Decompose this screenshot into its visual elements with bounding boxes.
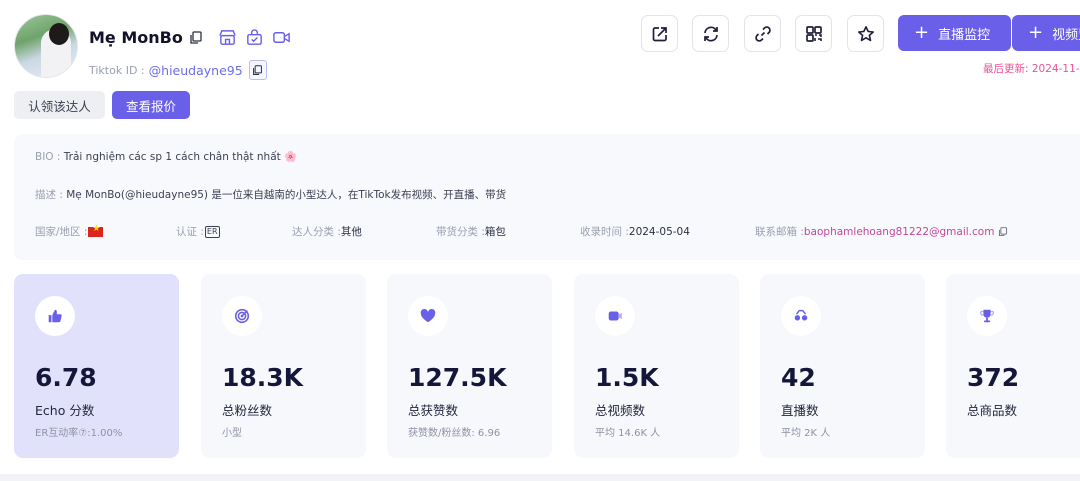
stat-card-videos[interactable]: 1.5K 总视频数 平均 14.6K 人	[574, 274, 739, 458]
certification-field: 认证 : ER	[176, 224, 220, 239]
stat-value: 372	[967, 363, 1020, 392]
region-field: 国家/地区 :	[35, 224, 104, 239]
view-quote-button[interactable]: 查看报价	[112, 91, 190, 119]
creator-category-label: 达人分类 :	[292, 226, 341, 238]
claim-creator-button[interactable]: 认领该达人	[14, 91, 105, 119]
ecommerce-icon[interactable]	[245, 28, 264, 47]
avatar	[14, 14, 78, 78]
refresh-button[interactable]	[692, 15, 729, 52]
stat-sub: 平均 14.6K 人	[595, 428, 661, 439]
goods-category-field: 带货分类 : 箱包	[436, 224, 506, 239]
goods-category-value: 箱包	[484, 226, 506, 238]
shop-icon[interactable]	[218, 28, 237, 47]
tiktok-handle[interactable]: @hieudayne95	[149, 63, 243, 78]
section-divider	[0, 474, 1080, 481]
certification-badge: ER	[204, 225, 220, 238]
creator-name: Mẹ MonBo	[89, 28, 183, 47]
favorite-button[interactable]	[847, 15, 884, 52]
creator-name-row: Mẹ MonBo	[89, 28, 203, 47]
qr-code-icon	[805, 25, 822, 42]
tiktok-id-row: Tiktok ID : @hieudayne95	[89, 60, 267, 80]
bio-row: BIO : Trải nghiệm các sp 1 cách chân thậ…	[35, 150, 297, 163]
plus-icon: +	[914, 22, 930, 43]
target-icon	[222, 296, 262, 336]
stat-title: 总视频数	[595, 403, 646, 418]
description-row: 描述 : Mẹ MonBo(@hieudayne95) 是一位来自越南的小型达人…	[35, 187, 506, 202]
indexed-date-label: 收录时间 :	[580, 226, 629, 238]
stat-value: 1.5K	[595, 363, 659, 392]
goods-category-label: 带货分类 :	[436, 226, 485, 238]
live-monitor-button[interactable]: + 直播监控	[898, 15, 1011, 51]
description-label: 描述 :	[35, 189, 63, 201]
copy-link-button[interactable]	[744, 15, 781, 52]
external-link-icon	[652, 26, 667, 41]
stat-sub: 获赞数/粉丝数: 6.96	[408, 428, 501, 439]
stat-title: Echo 分数	[35, 403, 95, 418]
creator-info-panel: BIO : Trải nghiệm các sp 1 cách chân thậ…	[14, 134, 1080, 260]
trophy-icon	[967, 296, 1007, 336]
link-icon	[754, 25, 771, 42]
live-glasses-icon	[781, 296, 821, 336]
email-label: 联系邮箱 :	[755, 226, 804, 238]
stat-value: 6.78	[35, 363, 97, 392]
stat-card-lives[interactable]: 42 直播数 平均 2K 人	[760, 274, 925, 458]
region-label: 国家/地区 :	[35, 226, 88, 238]
vietnam-flag-icon	[88, 224, 104, 237]
platform-icons	[218, 28, 291, 47]
live-monitor-label: 直播监控	[938, 27, 991, 43]
indexed-date-value: 2024-05-04	[628, 225, 690, 238]
indexed-date-field: 收录时间 : 2024-05-04	[580, 224, 690, 239]
stat-card-followers[interactable]: 18.3K 总粉丝数 小型	[201, 274, 366, 458]
creator-category-value: 其他	[340, 226, 362, 238]
stat-sub: 平均 2K 人	[781, 428, 831, 439]
video-monitor-label: 视频监	[1052, 27, 1080, 43]
video-monitor-button[interactable]: + 视频监	[1012, 15, 1080, 51]
stat-value: 18.3K	[222, 363, 304, 392]
certification-label: 认证 :	[176, 226, 204, 238]
video-icon[interactable]	[272, 28, 291, 47]
copy-handle-button[interactable]	[248, 60, 267, 80]
refresh-icon	[703, 25, 718, 42]
copy-icon	[253, 64, 263, 75]
last-updated: 最后更新: 2024-11-29	[983, 63, 1080, 75]
stat-value: 127.5K	[408, 363, 507, 392]
copy-icon[interactable]	[189, 30, 203, 45]
qr-code-button[interactable]	[795, 15, 832, 52]
stat-title: 总粉丝数	[222, 403, 273, 418]
thumbs-up-icon	[35, 296, 75, 336]
creator-category-field: 达人分类 : 其他	[292, 224, 362, 239]
stat-title: 直播数	[781, 403, 819, 418]
stat-value: 42	[781, 363, 816, 392]
plus-icon: +	[1028, 22, 1044, 43]
stat-title: 总获赞数	[408, 403, 459, 418]
star-icon	[857, 25, 874, 41]
stat-card-echo-score[interactable]: 6.78 Echo 分数 ER互动率⑦:1.00%	[14, 274, 179, 458]
copy-icon[interactable]	[998, 226, 1008, 237]
bio-label: BIO :	[35, 151, 61, 163]
email-value[interactable]: baophamlehoang81222@gmail.com	[804, 226, 995, 238]
heart-icon	[408, 296, 448, 336]
stat-title: 总商品数	[967, 403, 1018, 418]
creator-profile-page: Mẹ MonBo Tiktok ID : @hieudayne95 认领该达人 …	[0, 0, 1080, 481]
tiktok-id-label: Tiktok ID :	[89, 63, 145, 77]
email-field: 联系邮箱 : baophamlehoang81222@gmail.com	[755, 224, 1008, 239]
stat-sub: 小型	[222, 428, 242, 439]
stat-card-likes[interactable]: 127.5K 总获赞数 获赞数/粉丝数: 6.96	[387, 274, 552, 458]
open-external-button[interactable]	[641, 15, 678, 52]
stat-card-products[interactable]: 372 总商品数	[946, 274, 1080, 458]
stat-sub: ER互动率⑦:1.00%	[35, 428, 123, 439]
description-text: Mẹ MonBo(@hieudayne95) 是一位来自越南的小型达人，在Tik…	[66, 189, 507, 201]
bio-text: Trải nghiệm các sp 1 cách chân thật nhất…	[63, 151, 298, 163]
video-camera-icon	[595, 296, 635, 336]
